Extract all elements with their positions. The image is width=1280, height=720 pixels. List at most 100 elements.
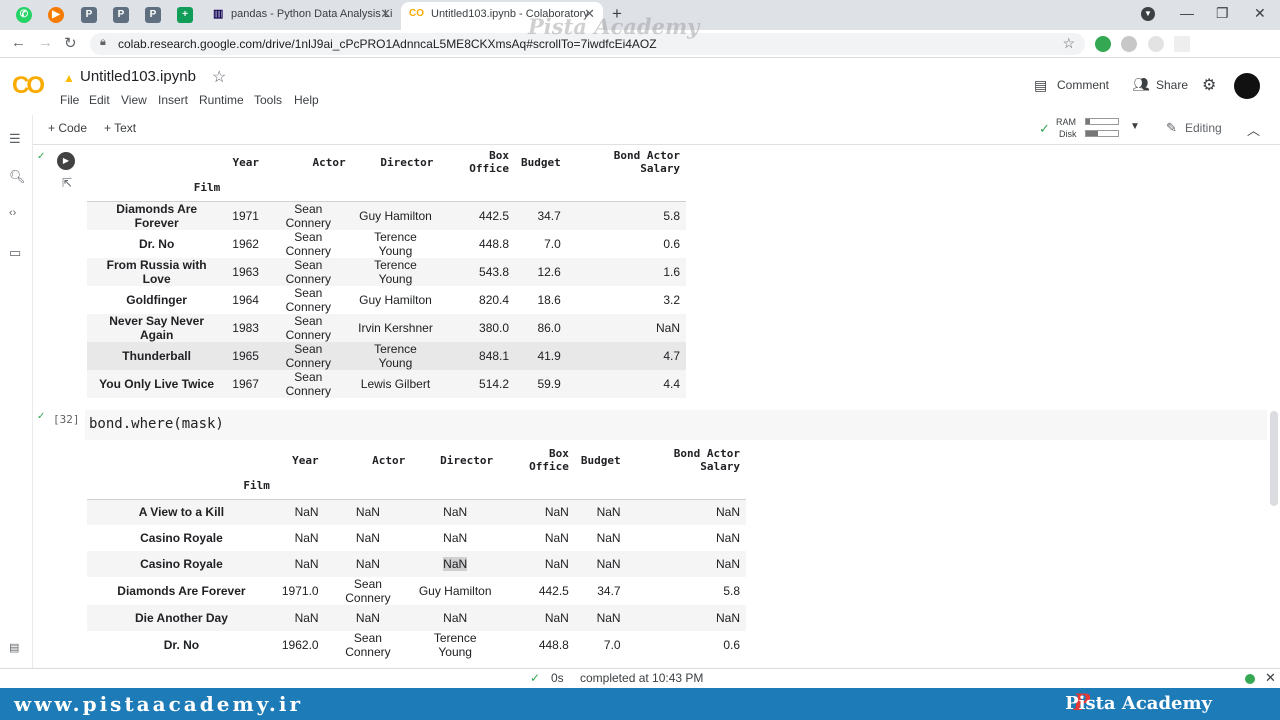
toc-icon[interactable]: ☰ xyxy=(9,131,21,147)
menu-edit[interactable]: Edit xyxy=(89,93,110,107)
table-cell: NaN xyxy=(443,611,468,625)
column-header: Box Office xyxy=(529,447,569,473)
ram-usage-bar xyxy=(1085,118,1119,125)
minimize-icon[interactable]: — xyxy=(1180,5,1194,21)
table-row: A View to a Kill NaN NaN NaN NaN NaN NaN xyxy=(87,498,746,525)
sheets-tab-icon[interactable]: + xyxy=(177,7,193,23)
menu-tools[interactable]: Tools xyxy=(254,93,282,107)
table-row: Diamonds Are Forever 1971.0 Sean Connery Gu… xyxy=(87,577,746,605)
add-code-button[interactable]: + Code xyxy=(48,121,87,135)
star-icon[interactable]: ☆ xyxy=(212,67,226,87)
table-cell: Sean Connery xyxy=(285,369,331,398)
close-icon[interactable]: ✕ xyxy=(380,2,391,26)
table-cell: Sean Connery xyxy=(285,341,331,370)
menu-runtime[interactable]: Runtime xyxy=(199,93,244,107)
watermark-overlay: Pista Academy xyxy=(528,14,700,39)
comment-button[interactable]: Comment xyxy=(1057,78,1109,92)
pinned-tab-icon[interactable]: P xyxy=(113,7,129,23)
table-cell: 0.6 xyxy=(723,638,740,652)
menu-view[interactable]: View xyxy=(121,93,147,107)
notebook-scrollbar[interactable] xyxy=(1270,411,1278,506)
table-row: Thunderball 1965 Sean Connery Terence Young… xyxy=(87,341,686,370)
run-cell-button[interactable]: ▶ xyxy=(57,152,75,170)
collapse-chevron-icon[interactable]: ︿ xyxy=(1247,120,1260,139)
table-cell: 1962.0 xyxy=(281,638,319,652)
colab-logo[interactable]: CO xyxy=(12,72,45,100)
status-bar: ✓ 0s completed at 10:43 PM ✕ xyxy=(0,668,1280,688)
code-snippets-icon[interactable]: ‹› xyxy=(9,207,16,219)
disk-label: Disk xyxy=(1059,129,1077,139)
menu-help[interactable]: Help xyxy=(294,93,319,107)
code-cell[interactable]: bond.where(mask) xyxy=(85,410,1267,440)
row-index-label: Die Another Day xyxy=(134,611,228,625)
table-cell: 1967 xyxy=(232,376,259,391)
pinned-tab-icon[interactable]: P xyxy=(81,7,97,23)
table-cell: 448.8 xyxy=(538,638,569,652)
whatsapp-tab-icon[interactable]: ✆ xyxy=(16,7,32,23)
settings-gear-icon[interactable]: ⚙ xyxy=(1202,75,1216,95)
menu-file[interactable]: File xyxy=(60,93,79,107)
column-header: Budget xyxy=(580,453,621,467)
resources-dropdown-icon[interactable]: ▼ xyxy=(1130,121,1140,132)
table-cell: Terence Young xyxy=(374,229,417,258)
add-text-button[interactable]: + Text xyxy=(104,121,136,135)
window-close-icon[interactable]: ✕ xyxy=(1254,5,1266,22)
table-cell: NaN xyxy=(499,498,575,525)
share-button[interactable]: Share xyxy=(1156,78,1188,92)
row-index-label: Never Say Never Again xyxy=(109,313,204,342)
table-cell: NaN xyxy=(715,611,740,625)
extension-icon[interactable] xyxy=(1148,36,1164,52)
table-cell: 448.8 xyxy=(479,236,510,251)
table-cell: NaN xyxy=(294,611,319,625)
tab-pandas[interactable]: ▥ pandas - Python Data Analysis Li ✕ xyxy=(207,2,399,30)
pencil-icon: ✎ xyxy=(1166,120,1177,135)
code-text: bond.where(mask) xyxy=(89,416,224,432)
close-status-icon[interactable]: ✕ xyxy=(1265,670,1276,686)
notebook-title[interactable]: Untitled103.ipynb xyxy=(80,68,196,85)
pandas-icon: ▥ xyxy=(213,8,224,20)
tab-search-icon[interactable]: ▼ xyxy=(1141,7,1155,21)
editing-mode-button[interactable]: Editing xyxy=(1185,121,1222,135)
media-tab-icon[interactable]: ▶ xyxy=(48,7,64,23)
column-header: Actor xyxy=(312,155,346,169)
back-icon[interactable]: ← xyxy=(11,34,26,51)
user-avatar[interactable] xyxy=(1234,73,1260,99)
table-cell: NaN xyxy=(355,557,380,571)
menu-insert[interactable]: Insert xyxy=(158,93,188,107)
column-header: Actor xyxy=(372,453,406,467)
table-cell: Sean Connery xyxy=(285,257,331,286)
pinned-tab-icon[interactable]: P xyxy=(145,7,161,23)
table-cell: 34.7 xyxy=(597,584,621,598)
cell-exec-check-icon: ✓ xyxy=(37,151,46,162)
bookmark-star-icon[interactable]: ☆ xyxy=(1062,35,1075,52)
output-actions-icon[interactable]: ⇱ xyxy=(62,176,72,190)
table-cell: 59.9 xyxy=(537,376,561,391)
forward-icon[interactable]: → xyxy=(38,34,53,51)
selected-cell-text: NaN xyxy=(443,557,468,571)
table-cell: Guy Hamilton xyxy=(351,200,440,230)
terminal-icon[interactable]: ▤ xyxy=(9,641,19,654)
extension-icon[interactable] xyxy=(1174,36,1190,52)
maximize-icon[interactable]: ❐ xyxy=(1216,5,1229,22)
table-cell: Sean Connery xyxy=(345,577,391,605)
left-sidebar: ☰ 🔍︎ ‹› ▭ ▤ xyxy=(0,115,33,668)
extension-cloud-icon[interactable] xyxy=(1121,36,1137,52)
table-cell: 4.4 xyxy=(663,376,680,391)
table-row: Never Say Never Again 1983 Sean Connery Irv… xyxy=(87,313,686,342)
reload-icon[interactable]: ↻ xyxy=(64,34,77,52)
extension-globe-icon[interactable] xyxy=(1095,36,1111,52)
row-index-label: Diamonds Are Forever xyxy=(87,200,227,230)
share-person-icon[interactable]: 👥︎ xyxy=(1132,76,1150,93)
table-row: Diamonds Are Forever 1971 Sean Connery Guy … xyxy=(87,200,686,230)
colab-tab-icon: CO xyxy=(409,8,424,19)
comment-icon[interactable]: ▤ xyxy=(1034,77,1047,94)
table-row: Dr. No 1962.0 Sean Connery Terence Young 448… xyxy=(87,631,746,659)
table-cell: 1971 xyxy=(226,200,265,230)
files-folder-icon[interactable]: ▭ xyxy=(9,245,21,261)
table-cell: NaN xyxy=(596,611,621,625)
table-cell: NaN xyxy=(596,557,621,571)
table-cell: Guy Hamilton xyxy=(418,584,492,598)
table-cell: 1964 xyxy=(232,292,259,307)
url-text: colab.research.google.com/drive/1nlJ9ai_… xyxy=(118,37,657,51)
search-icon[interactable]: 🔍︎ xyxy=(9,169,26,185)
